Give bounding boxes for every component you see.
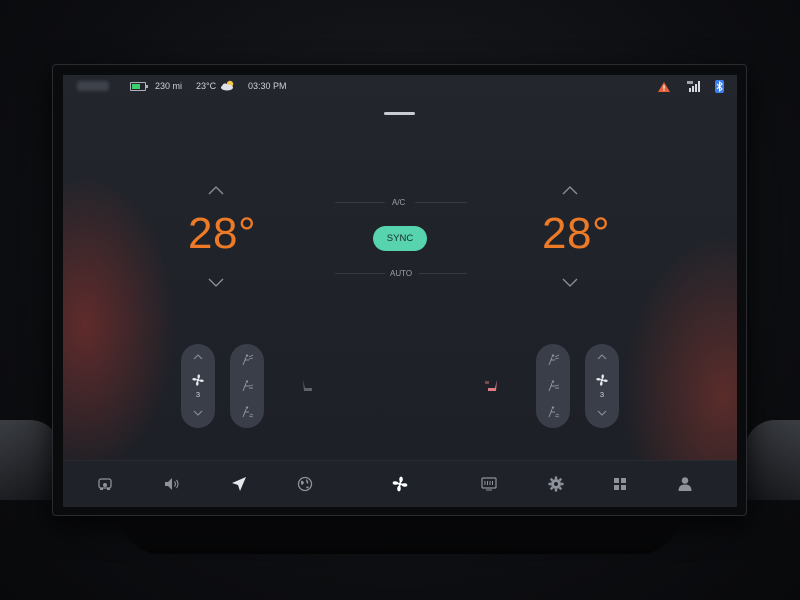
airflow-feet-icon[interactable]	[240, 406, 254, 418]
passenger-seat-heat-icon[interactable]	[484, 378, 502, 394]
auto-button[interactable]: AUTO	[390, 269, 412, 278]
driver-airflow-modes[interactable]	[230, 344, 264, 428]
car-interior-right	[745, 420, 800, 500]
fan-up-icon[interactable]	[597, 354, 607, 360]
driver-temperature: 28°	[188, 209, 257, 258]
fan-icon	[192, 374, 204, 386]
passenger-airflow-modes[interactable]	[536, 344, 570, 428]
range-text: 230 mi	[155, 81, 183, 91]
display-icon[interactable]	[480, 475, 498, 493]
drag-handle[interactable]	[384, 112, 415, 115]
airflow-feet-icon[interactable]	[546, 406, 560, 418]
airflow-face-icon[interactable]	[240, 354, 254, 366]
divider	[335, 202, 385, 203]
sync-button[interactable]: SYNC	[373, 226, 427, 251]
navigation-icon[interactable]	[230, 475, 248, 493]
driver-temp-up-button[interactable]	[208, 186, 224, 195]
user-icon[interactable]	[676, 475, 694, 493]
signal-icon	[687, 81, 700, 92]
bluetooth-icon[interactable]	[715, 80, 724, 93]
clock-text: 03:30 PM	[248, 81, 287, 91]
screen-mount	[120, 514, 680, 554]
passenger-temp-down-button[interactable]	[562, 278, 578, 287]
apps-icon[interactable]	[611, 475, 629, 493]
fan-down-icon[interactable]	[597, 410, 607, 416]
passenger-temp-up-button[interactable]	[562, 186, 578, 195]
airflow-body-icon[interactable]	[546, 380, 560, 392]
ac-button[interactable]: A/C	[392, 198, 405, 207]
driver-temp-down-button[interactable]	[208, 278, 224, 287]
fan-down-icon[interactable]	[193, 410, 203, 416]
globe-icon[interactable]	[296, 475, 314, 493]
fan-icon[interactable]	[391, 475, 409, 493]
volume-icon[interactable]	[163, 475, 181, 493]
driver-fan-level: 3	[195, 390, 201, 399]
passenger-fan-level: 3	[599, 390, 605, 399]
driver-fan-speed-control[interactable]: 3	[181, 344, 215, 428]
battery-icon	[130, 82, 148, 91]
profile-name-blurred	[77, 81, 109, 91]
fan-icon	[596, 374, 608, 386]
status-bar: 230 mi 23°C 03:30 PM	[63, 75, 737, 97]
airflow-face-icon[interactable]	[546, 354, 560, 366]
settings-icon[interactable]	[547, 475, 565, 493]
passenger-temperature: 28°	[542, 209, 611, 258]
divider	[415, 202, 467, 203]
partly-cloudy-icon	[221, 80, 234, 91]
divider	[419, 273, 467, 274]
temperature-text: 23°C	[196, 81, 217, 91]
car-icon[interactable]	[96, 475, 114, 493]
bottom-nav-bar	[63, 460, 737, 507]
car-interior-left	[0, 420, 60, 500]
passenger-fan-speed-control[interactable]: 3	[585, 344, 619, 428]
airflow-body-icon[interactable]	[240, 380, 254, 392]
fan-up-icon[interactable]	[193, 354, 203, 360]
infotainment-screen: 230 mi 23°C 03:30 PM 28° A/C SYNC AUTO 2…	[63, 75, 737, 507]
divider	[335, 273, 385, 274]
driver-seat-heat-icon[interactable]	[299, 378, 315, 394]
warning-icon[interactable]	[658, 82, 670, 92]
